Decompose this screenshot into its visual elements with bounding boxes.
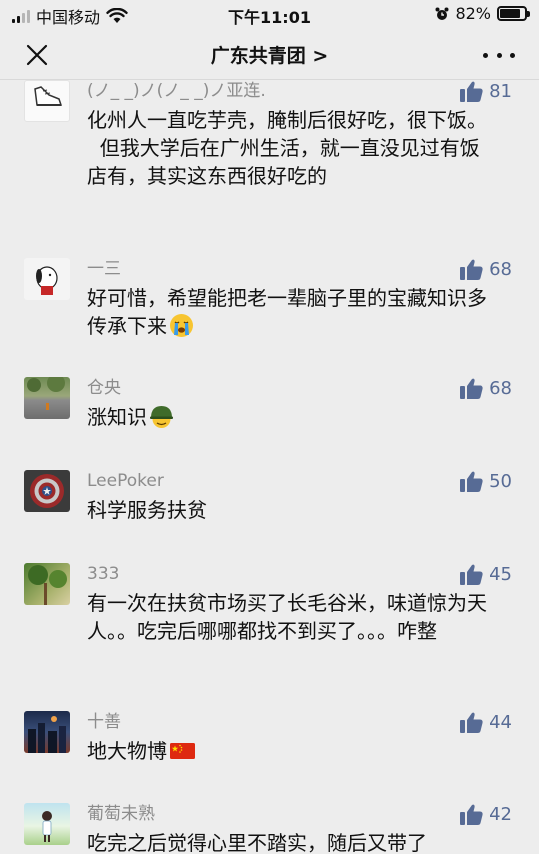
like-button[interactable]: 44 — [460, 711, 512, 733]
comment-line: 地大物博 — [87, 739, 167, 763]
like-button[interactable]: 68 — [460, 377, 512, 399]
comment-line: 但我大学后在广州生活，就一直没见过有饭店有，其实这东西很好吃的 — [87, 136, 480, 188]
comment-item: 葡萄未熟 42 吃完之后觉得心里不踏实，随后又带了 — [0, 803, 539, 854]
battery-icon — [497, 6, 530, 21]
avatar[interactable] — [24, 803, 70, 845]
like-button[interactable]: 81 — [460, 80, 512, 102]
comment-line: 化州人一直吃芋壳，腌制后很好吃，很下饭。 — [87, 108, 487, 132]
comment-item: 仓央 68 涨知识 — [0, 377, 539, 447]
tree-photo-avatar — [28, 565, 67, 605]
comment-text: 好可惜，希望能把老一辈脑子里的宝藏知识多传承下来 — [87, 284, 499, 340]
like-button[interactable]: 42 — [460, 803, 512, 825]
comment-text: 科学服务扶贫 — [87, 496, 499, 524]
soldier-helmet-emoji — [150, 406, 173, 428]
girl-illustration-avatar — [42, 811, 52, 842]
status-bar: 中国移动 下午11:01 82% — [0, 0, 539, 30]
like-button[interactable]: 45 — [460, 563, 512, 585]
alarm-icon — [435, 7, 449, 20]
comment-line: 涨知识 — [87, 405, 147, 429]
comment-text: 吃完之后觉得心里不踏实，随后又带了 — [87, 829, 499, 854]
comment-item: (ノ_ _)ノ(ノ_ _)ノ亚连. 81 化州人一直吃芋壳，腌制后很好吃，很下饭… — [0, 80, 539, 230]
comment-text: 有一次在扶贫市场买了长毛谷米，味道惊为天人。。吃完后哪哪都找不到买了。。。咋整 — [87, 589, 499, 645]
sneaker-drawing-icon — [34, 86, 63, 106]
thumbs-up-icon — [460, 378, 483, 399]
comment-nickname: LeePoker — [87, 471, 164, 491]
comment-item: 十善 44 地大物博 — [0, 711, 539, 781]
comment-item: 333 45 有一次在扶贫市场买了长毛谷米，味道惊为天人。。吃完后哪哪都找不到买… — [0, 563, 539, 683]
thumbs-up-icon — [460, 712, 483, 733]
avatar[interactable] — [24, 563, 70, 605]
like-count: 50 — [489, 470, 512, 492]
comment-line: 有一次在扶贫市场买了长毛谷米，味道惊为天人。。吃完后哪哪都找不到买了。。。咋整 — [87, 591, 487, 643]
like-count: 68 — [489, 258, 512, 280]
like-button[interactable]: 68 — [460, 258, 512, 280]
thumbs-up-icon — [460, 81, 483, 102]
crying-face-emoji — [170, 314, 193, 337]
ground-photo-avatar — [27, 377, 65, 410]
status-right: 82% — [435, 4, 530, 23]
avatar[interactable] — [24, 80, 70, 122]
comment-nickname: 333 — [87, 564, 120, 584]
comment-item: LeePoker 50 科学服务扶贫 — [0, 470, 539, 540]
comment-text: 地大物博 — [87, 737, 499, 765]
comment-line: 吃完之后觉得心里不踏实，随后又带了 — [87, 831, 427, 854]
comment-item: 一三 68 好可惜，希望能把老一辈脑子里的宝藏知识多传承下来 — [0, 258, 539, 348]
snoopy-avatar-icon — [36, 266, 58, 295]
comment-text: 化州人一直吃芋壳，腌制后很好吃，很下饭。 但我大学后在广州生活，就一直没见过有饭… — [87, 106, 499, 190]
comment-nickname: 十善 — [87, 712, 121, 732]
city-night-avatar — [28, 716, 66, 753]
comment-nickname: 仓央 — [87, 378, 121, 398]
shield-avatar-icon — [30, 474, 64, 508]
avatar[interactable] — [24, 711, 70, 753]
comment-nickname: (ノ_ _)ノ(ノ_ _)ノ亚连. — [87, 81, 266, 101]
comment-text: 涨知识 — [87, 403, 499, 431]
avatar[interactable] — [24, 470, 70, 512]
like-count: 68 — [489, 377, 512, 399]
comment-list[interactable]: (ノ_ _)ノ(ノ_ _)ノ亚连. 81 化州人一直吃芋壳，腌制后很好吃，很下饭… — [0, 80, 539, 854]
comment-nickname: 葡萄未熟 — [87, 804, 155, 824]
like-count: 81 — [489, 80, 512, 102]
thumbs-up-icon — [460, 471, 483, 492]
like-button[interactable]: 50 — [460, 470, 512, 492]
like-count: 45 — [489, 563, 512, 585]
china-flag-emoji — [170, 743, 195, 759]
thumbs-up-icon — [460, 564, 483, 585]
nav-bar: 广东共青团 > — [0, 30, 539, 80]
like-count: 42 — [489, 803, 512, 825]
comment-nickname: 一三 — [87, 259, 121, 279]
avatar[interactable] — [24, 377, 70, 419]
avatar[interactable] — [24, 258, 70, 300]
comment-line: 科学服务扶贫 — [87, 498, 207, 522]
battery-percent: 82% — [455, 4, 491, 23]
more-icon[interactable] — [483, 50, 515, 60]
thumbs-up-icon — [460, 804, 483, 825]
like-count: 44 — [489, 711, 512, 733]
page-title[interactable]: 广东共青团 > — [0, 41, 539, 68]
thumbs-up-icon — [460, 259, 483, 280]
comment-line: 好可惜，希望能把老一辈脑子里的宝藏知识多传承下来 — [87, 286, 487, 338]
